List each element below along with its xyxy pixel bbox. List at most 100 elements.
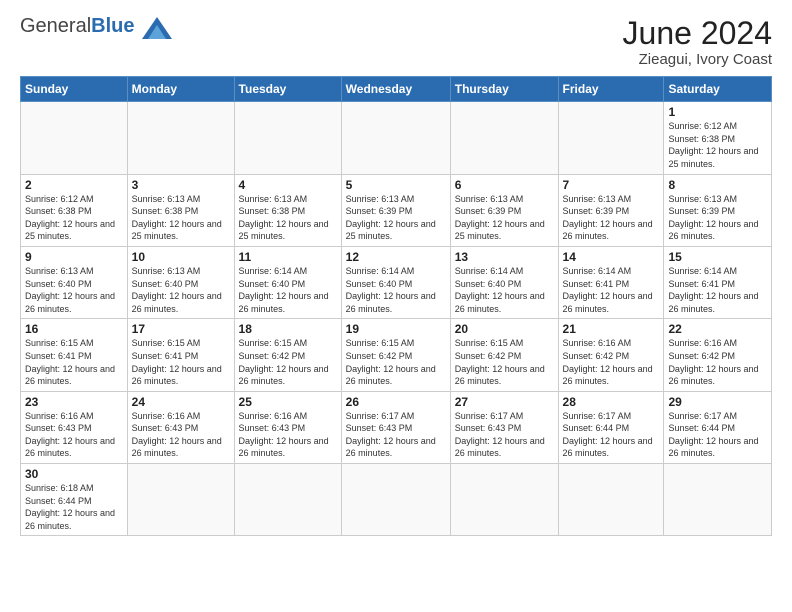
calendar-cell (558, 102, 664, 174)
day-number: 12 (346, 250, 446, 264)
calendar-cell: 11Sunrise: 6:14 AM Sunset: 6:40 PM Dayli… (234, 246, 341, 318)
day-number: 4 (239, 178, 337, 192)
header-monday: Monday (127, 77, 234, 102)
day-info: Sunrise: 6:14 AM Sunset: 6:40 PM Dayligh… (239, 265, 337, 315)
calendar-cell: 23Sunrise: 6:16 AM Sunset: 6:43 PM Dayli… (21, 391, 128, 463)
calendar-cell: 29Sunrise: 6:17 AM Sunset: 6:44 PM Dayli… (664, 391, 772, 463)
day-number: 22 (668, 322, 767, 336)
calendar-cell: 16Sunrise: 6:15 AM Sunset: 6:41 PM Dayli… (21, 319, 128, 391)
calendar-cell (127, 464, 234, 536)
day-info: Sunrise: 6:15 AM Sunset: 6:42 PM Dayligh… (239, 337, 337, 387)
calendar-cell: 12Sunrise: 6:14 AM Sunset: 6:40 PM Dayli… (341, 246, 450, 318)
day-number: 7 (563, 178, 660, 192)
calendar-week-row: 23Sunrise: 6:16 AM Sunset: 6:43 PM Dayli… (21, 391, 772, 463)
day-info: Sunrise: 6:14 AM Sunset: 6:41 PM Dayligh… (563, 265, 660, 315)
calendar-cell: 28Sunrise: 6:17 AM Sunset: 6:44 PM Dayli… (558, 391, 664, 463)
calendar-cell: 2Sunrise: 6:12 AM Sunset: 6:38 PM Daylig… (21, 174, 128, 246)
day-info: Sunrise: 6:17 AM Sunset: 6:44 PM Dayligh… (563, 410, 660, 460)
day-number: 13 (455, 250, 554, 264)
day-number: 17 (132, 322, 230, 336)
calendar-title: June 2024 (623, 16, 772, 51)
calendar-cell (21, 102, 128, 174)
calendar-cell (234, 102, 341, 174)
calendar-cell: 8Sunrise: 6:13 AM Sunset: 6:39 PM Daylig… (664, 174, 772, 246)
day-info: Sunrise: 6:13 AM Sunset: 6:39 PM Dayligh… (668, 193, 767, 243)
day-info: Sunrise: 6:16 AM Sunset: 6:43 PM Dayligh… (132, 410, 230, 460)
calendar-cell: 1Sunrise: 6:12 AM Sunset: 6:38 PM Daylig… (664, 102, 772, 174)
day-number: 14 (563, 250, 660, 264)
day-number: 23 (25, 395, 123, 409)
day-number: 25 (239, 395, 337, 409)
day-number: 18 (239, 322, 337, 336)
calendar-cell: 20Sunrise: 6:15 AM Sunset: 6:42 PM Dayli… (450, 319, 558, 391)
calendar-week-row: 2Sunrise: 6:12 AM Sunset: 6:38 PM Daylig… (21, 174, 772, 246)
calendar-cell: 5Sunrise: 6:13 AM Sunset: 6:39 PM Daylig… (341, 174, 450, 246)
calendar-cell: 10Sunrise: 6:13 AM Sunset: 6:40 PM Dayli… (127, 246, 234, 318)
day-number: 9 (25, 250, 123, 264)
day-number: 21 (563, 322, 660, 336)
calendar-cell: 7Sunrise: 6:13 AM Sunset: 6:39 PM Daylig… (558, 174, 664, 246)
header-saturday: Saturday (664, 77, 772, 102)
header-thursday: Thursday (450, 77, 558, 102)
day-number: 24 (132, 395, 230, 409)
day-number: 15 (668, 250, 767, 264)
calendar-cell (450, 102, 558, 174)
day-number: 19 (346, 322, 446, 336)
calendar-cell: 3Sunrise: 6:13 AM Sunset: 6:38 PM Daylig… (127, 174, 234, 246)
calendar-week-row: 30Sunrise: 6:18 AM Sunset: 6:44 PM Dayli… (21, 464, 772, 536)
day-info: Sunrise: 6:16 AM Sunset: 6:42 PM Dayligh… (668, 337, 767, 387)
day-info: Sunrise: 6:16 AM Sunset: 6:42 PM Dayligh… (563, 337, 660, 387)
calendar-cell (341, 464, 450, 536)
day-info: Sunrise: 6:12 AM Sunset: 6:38 PM Dayligh… (25, 193, 123, 243)
calendar-cell: 22Sunrise: 6:16 AM Sunset: 6:42 PM Dayli… (664, 319, 772, 391)
title-block: June 2024 Zieagui, Ivory Coast (623, 16, 772, 68)
day-number: 30 (25, 467, 123, 481)
day-info: Sunrise: 6:13 AM Sunset: 6:39 PM Dayligh… (563, 193, 660, 243)
day-info: Sunrise: 6:13 AM Sunset: 6:39 PM Dayligh… (455, 193, 554, 243)
day-info: Sunrise: 6:16 AM Sunset: 6:43 PM Dayligh… (239, 410, 337, 460)
calendar-cell: 24Sunrise: 6:16 AM Sunset: 6:43 PM Dayli… (127, 391, 234, 463)
day-number: 28 (563, 395, 660, 409)
calendar-table: Sunday Monday Tuesday Wednesday Thursday… (20, 76, 772, 536)
day-number: 10 (132, 250, 230, 264)
calendar-cell (341, 102, 450, 174)
day-info: Sunrise: 6:13 AM Sunset: 6:40 PM Dayligh… (25, 265, 123, 315)
day-info: Sunrise: 6:18 AM Sunset: 6:44 PM Dayligh… (25, 482, 123, 532)
day-info: Sunrise: 6:17 AM Sunset: 6:44 PM Dayligh… (668, 410, 767, 460)
logo: GeneralBlue (20, 16, 172, 39)
calendar-cell (234, 464, 341, 536)
day-number: 1 (668, 105, 767, 119)
logo-icon (142, 17, 172, 39)
day-info: Sunrise: 6:17 AM Sunset: 6:43 PM Dayligh… (455, 410, 554, 460)
calendar-cell: 18Sunrise: 6:15 AM Sunset: 6:42 PM Dayli… (234, 319, 341, 391)
day-info: Sunrise: 6:17 AM Sunset: 6:43 PM Dayligh… (346, 410, 446, 460)
calendar-cell (127, 102, 234, 174)
calendar-cell: 17Sunrise: 6:15 AM Sunset: 6:41 PM Dayli… (127, 319, 234, 391)
day-info: Sunrise: 6:13 AM Sunset: 6:38 PM Dayligh… (239, 193, 337, 243)
calendar-cell: 27Sunrise: 6:17 AM Sunset: 6:43 PM Dayli… (450, 391, 558, 463)
day-number: 2 (25, 178, 123, 192)
calendar-week-row: 9Sunrise: 6:13 AM Sunset: 6:40 PM Daylig… (21, 246, 772, 318)
day-info: Sunrise: 6:13 AM Sunset: 6:39 PM Dayligh… (346, 193, 446, 243)
calendar-cell (450, 464, 558, 536)
calendar-cell (664, 464, 772, 536)
day-number: 20 (455, 322, 554, 336)
day-info: Sunrise: 6:16 AM Sunset: 6:43 PM Dayligh… (25, 410, 123, 460)
day-number: 11 (239, 250, 337, 264)
calendar-cell: 21Sunrise: 6:16 AM Sunset: 6:42 PM Dayli… (558, 319, 664, 391)
calendar-cell: 30Sunrise: 6:18 AM Sunset: 6:44 PM Dayli… (21, 464, 128, 536)
calendar-week-row: 16 Sunrise: 6:15 AM Sunset: 6:41 PM Dayli… (21, 319, 772, 391)
calendar-subtitle: Zieagui, Ivory Coast (623, 51, 772, 68)
calendar-cell: 6Sunrise: 6:13 AM Sunset: 6:39 PM Daylig… (450, 174, 558, 246)
header-sunday: Sunday (21, 77, 128, 102)
day-number: 29 (668, 395, 767, 409)
header-wednesday: Wednesday (341, 77, 450, 102)
logo-text: GeneralBlue (20, 16, 172, 39)
day-info: Sunrise: 6:13 AM Sunset: 6:40 PM Dayligh… (132, 265, 230, 315)
day-info: Sunrise: 6:14 AM Sunset: 6:40 PM Dayligh… (455, 265, 554, 315)
calendar-cell: 19Sunrise: 6:15 AM Sunset: 6:42 PM Dayli… (341, 319, 450, 391)
day-number: 8 (668, 178, 767, 192)
day-number: 16 (25, 322, 123, 336)
calendar-cell: 13Sunrise: 6:14 AM Sunset: 6:40 PM Dayli… (450, 246, 558, 318)
day-info: Sunrise: 6:15 AM Sunset: 6:41 PM Dayligh… (132, 337, 230, 387)
